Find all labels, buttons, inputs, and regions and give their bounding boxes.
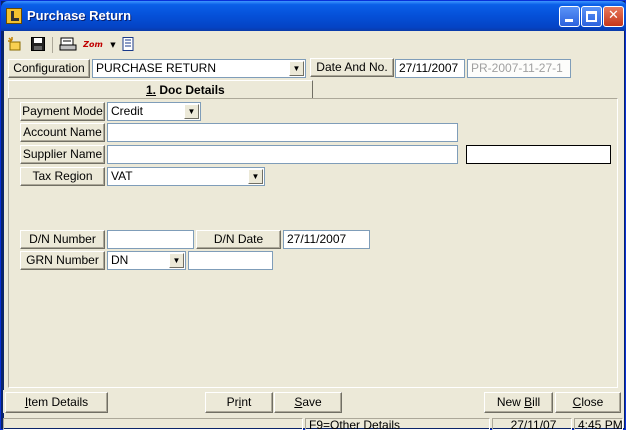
grn-number-label: GRN Number bbox=[20, 251, 105, 270]
close-button[interactable]: Close bbox=[555, 392, 621, 413]
chevron-down-icon[interactable]: ▼ bbox=[248, 169, 263, 184]
chevron-down-icon[interactable]: ▼ bbox=[169, 253, 184, 268]
toolbar-separator bbox=[52, 37, 53, 53]
payment-mode-label: Payment Mode bbox=[20, 102, 105, 121]
maximize-button[interactable] bbox=[581, 6, 602, 27]
tab-doc-details[interactable]: 1. Doc Details bbox=[8, 80, 313, 99]
zoom-label: Zom bbox=[83, 40, 103, 49]
grn-type-select[interactable]: DN ▼ bbox=[107, 251, 186, 270]
save-label: ave bbox=[302, 395, 322, 409]
maximize-icon bbox=[586, 11, 597, 22]
supplier-name-label: Supplier Name bbox=[20, 145, 105, 164]
new-bill-button[interactable]: New Bill bbox=[484, 392, 553, 413]
date-field[interactable]: 27/11/2007 bbox=[395, 59, 465, 78]
status-hint: F9=Other Details bbox=[305, 418, 490, 430]
document-icon[interactable] bbox=[119, 36, 137, 54]
close-icon: ✕ bbox=[608, 8, 619, 23]
dn-date-field[interactable]: 27/11/2007 bbox=[283, 230, 370, 249]
tax-region-value: VAT bbox=[111, 169, 133, 183]
tab-title: Doc Details bbox=[159, 83, 225, 97]
title-bar[interactable]: Purchase Return ✕ bbox=[1, 1, 626, 31]
doc-type-value: PURCHASE RETURN bbox=[96, 61, 217, 75]
print-label: nt bbox=[241, 395, 252, 409]
tab-number: 1. bbox=[146, 83, 157, 97]
doc-type-select[interactable]: PURCHASE RETURN ▼ bbox=[92, 59, 306, 78]
payment-mode-value: Credit bbox=[111, 104, 144, 118]
new-bill-prefix: New bbox=[496, 395, 525, 409]
configuration-button[interactable]: Configuration bbox=[8, 59, 90, 78]
app-icon bbox=[6, 8, 22, 24]
dn-number-label: D/N Number bbox=[20, 230, 105, 249]
status-panel-empty bbox=[3, 418, 303, 430]
item-details-button[interactable]: Item Details bbox=[5, 392, 108, 413]
tab-label: 1. Doc Details bbox=[146, 83, 225, 97]
doc-number-field: PR-2007-11-27-1 bbox=[467, 59, 571, 78]
new-bill-label: ill bbox=[532, 395, 541, 409]
dn-number-field[interactable] bbox=[107, 230, 194, 249]
print-preview-icon[interactable] bbox=[59, 36, 77, 54]
close-window-button[interactable]: ✕ bbox=[603, 6, 624, 27]
close-label: lose bbox=[581, 395, 604, 409]
account-name-field[interactable] bbox=[107, 123, 458, 142]
minimize-icon bbox=[565, 19, 573, 22]
print-button[interactable]: Print bbox=[205, 392, 273, 413]
new-icon[interactable] bbox=[6, 36, 24, 54]
account-name-label: Account Name bbox=[20, 123, 105, 142]
chevron-down-icon[interactable]: ▼ bbox=[289, 61, 304, 76]
save-icon[interactable] bbox=[29, 36, 47, 54]
supplier-code-field[interactable] bbox=[466, 145, 611, 164]
minimize-button[interactable] bbox=[559, 6, 580, 27]
dn-date-label: D/N Date bbox=[196, 230, 281, 249]
save-button[interactable]: Save bbox=[274, 392, 342, 413]
status-time: 4:45 PM bbox=[574, 418, 623, 430]
grn-type-value: DN bbox=[111, 253, 129, 267]
new-bill-hotkey: B bbox=[524, 395, 533, 409]
item-details-label: tem Details bbox=[28, 395, 89, 409]
status-date: 27/11/07 bbox=[492, 418, 572, 430]
zoom-icon[interactable]: Zom bbox=[82, 36, 104, 54]
grn-number-field[interactable] bbox=[188, 251, 273, 270]
tax-region-select[interactable]: VAT ▼ bbox=[107, 167, 265, 186]
print-prefix: Pr bbox=[226, 395, 239, 409]
chevron-down-icon[interactable]: ▼ bbox=[184, 104, 199, 119]
supplier-name-field[interactable] bbox=[107, 145, 458, 164]
payment-mode-select[interactable]: Credit ▼ bbox=[107, 102, 201, 121]
date-label: Date And No. bbox=[310, 58, 394, 77]
window-title: Purchase Return bbox=[27, 8, 132, 23]
tax-region-label: Tax Region bbox=[20, 167, 105, 186]
